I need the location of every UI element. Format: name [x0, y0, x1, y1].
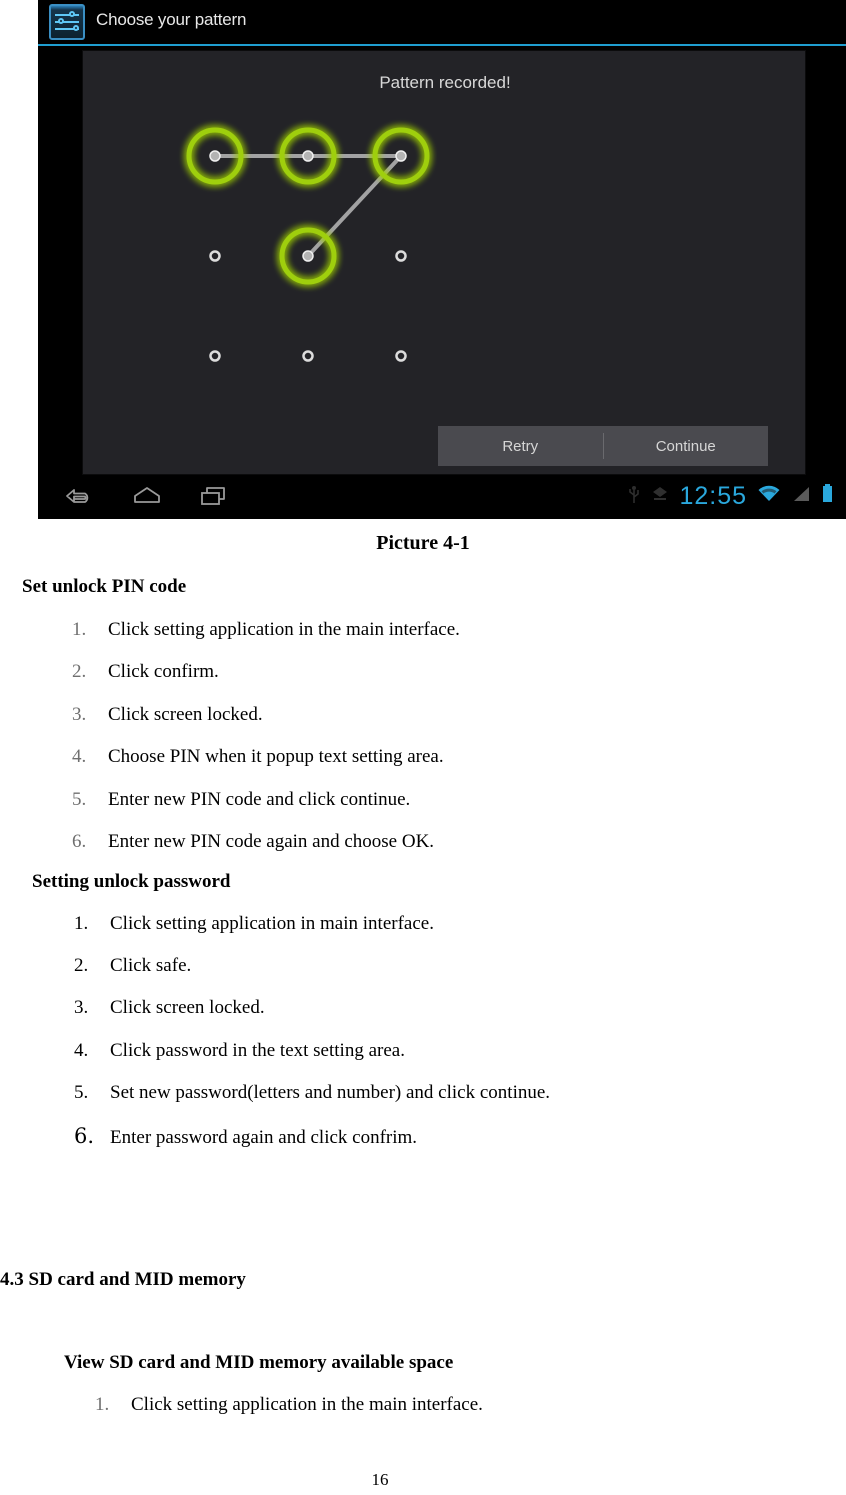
password-step-6-text: Enter password again and click confrim. [110, 1127, 418, 1148]
android-screenshot-figure: Choose your pattern Pattern recorded! Re… [38, 0, 846, 519]
password-step-2-number: 2. [74, 955, 89, 976]
password-step-4: 4. Click password in the text setting are… [74, 1040, 405, 1062]
pin-step-2-number: 2. [72, 661, 87, 682]
password-step-1: 1. Click setting application in main inte… [74, 913, 434, 935]
pin-step-5-number: 5. [72, 789, 87, 810]
password-step-5-number: 5. [74, 1082, 89, 1103]
password-step-3-number: 3. [74, 997, 89, 1018]
pin-step-5-text: Enter new PIN code and click continue. [108, 789, 411, 810]
pin-step-1: 1. Click setting application in the main … [72, 619, 460, 641]
status-clock: 12:55 [679, 482, 747, 510]
action-bar-title: Choose your pattern [96, 10, 247, 29]
password-step-6-number: 6. [74, 1124, 95, 1148]
pattern-button-bar: Retry Continue [438, 426, 768, 466]
settings-sliders-icon [49, 4, 85, 40]
figure-caption: Picture 4-1 [376, 532, 470, 554]
pin-step-3-text: Click screen locked. [108, 704, 263, 725]
pin-step-1-number: 1. [72, 619, 87, 640]
battery-icon [821, 483, 834, 510]
sd-step-1-text: Click setting application in the main in… [131, 1394, 483, 1415]
heading-set-unlock-pin: Set unlock PIN code [22, 576, 187, 597]
heading-setting-unlock-password: Setting unlock password [32, 871, 231, 892]
sd-step-1-number: 1. [95, 1394, 110, 1415]
status-icons: 12:55 [627, 483, 834, 510]
home-icon[interactable] [131, 485, 163, 512]
retry-button[interactable]: Retry [438, 426, 603, 466]
wifi-icon [757, 484, 781, 509]
heading-sd-card-mid-memory: 4.3 SD card and MID memory [0, 1269, 246, 1290]
download-icon [651, 484, 669, 509]
pattern-status-text: Pattern recorded! [379, 73, 511, 92]
password-step-4-text: Click password in the text setting area. [110, 1040, 405, 1061]
continue-button[interactable]: Continue [604, 426, 769, 466]
pin-step-2: 2. Click confirm. [72, 661, 219, 683]
pin-step-4-number: 4. [72, 746, 87, 767]
back-icon[interactable] [63, 485, 95, 512]
pin-step-5: 5. Enter new PIN code and click continue. [72, 789, 410, 811]
pin-step-6-number: 6. [72, 831, 87, 852]
subheading-view-sd-card-space: View SD card and MID memory available sp… [64, 1352, 454, 1373]
password-step-2: 2. Click safe. [74, 955, 191, 977]
screen-content-area: Pattern recorded! Retry Continue [38, 46, 846, 477]
password-step-1-number: 1. [74, 913, 89, 934]
pin-step-6: 6. Enter new PIN code again and choose OK… [72, 831, 434, 853]
page-number: 16 [371, 1470, 389, 1489]
password-step-5-text: Set new password(letters and number) and… [110, 1082, 551, 1103]
pin-step-3-number: 3. [72, 704, 87, 725]
pin-step-3: 3. Click screen locked. [72, 704, 263, 726]
password-step-1-text: Click setting application in main interf… [110, 913, 434, 934]
pattern-panel: Pattern recorded! Retry Continue [82, 50, 806, 475]
pin-step-1-text: Click setting application in the main in… [108, 619, 460, 640]
pin-step-2-text: Click confirm. [108, 661, 219, 682]
pin-step-4-text: Choose PIN when it popup text setting ar… [108, 746, 444, 767]
sd-step-1: 1. Click setting application in the main … [95, 1394, 483, 1416]
pin-step-4: 4. Choose PIN when it popup text setting … [72, 746, 444, 768]
usb-icon [627, 484, 641, 509]
nav-buttons [63, 485, 231, 512]
recents-icon[interactable] [199, 485, 231, 512]
password-step-3-text: Click screen locked. [110, 997, 265, 1018]
password-step-5: 5. Set new password(letters and number) a… [74, 1082, 550, 1104]
password-step-2-text: Click safe. [110, 955, 192, 976]
pattern-lock-grid[interactable] [175, 116, 455, 396]
signal-icon [791, 484, 811, 509]
navigation-bar: 12:55 [38, 477, 846, 519]
password-step-4-number: 4. [74, 1040, 89, 1061]
action-bar: Choose your pattern [38, 0, 846, 44]
pin-step-6-text: Enter new PIN code again and choose OK. [108, 831, 435, 852]
password-step-3: 3. Click screen locked. [74, 997, 265, 1019]
password-step-6: 6. Enter password again and click confrim… [74, 1124, 417, 1149]
